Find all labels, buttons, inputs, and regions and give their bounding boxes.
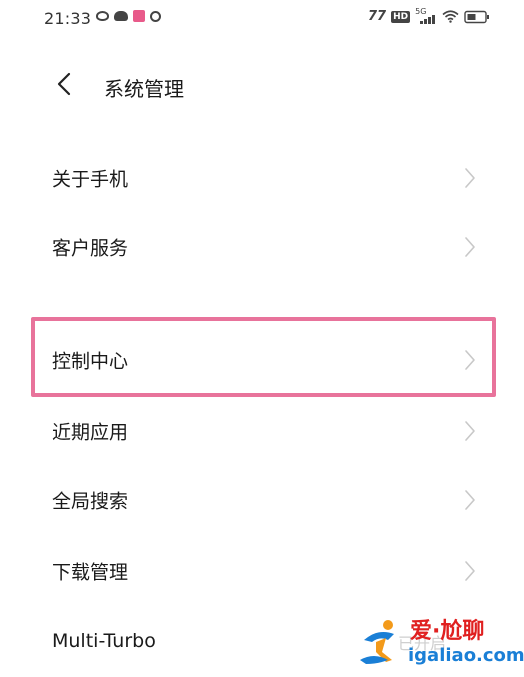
status-time: 21:33 — [44, 9, 92, 28]
menu-item-label: 客户服务 — [52, 237, 129, 260]
chevron-right-icon — [463, 236, 477, 258]
menu-item-control-center[interactable]: 控制中心 — [0, 325, 524, 395]
menu-item-download-manager[interactable]: 下载管理 — [0, 536, 524, 606]
signal-icon: 5G — [415, 7, 437, 24]
status-bar: 21:33 77 HD 5G — [0, 0, 524, 40]
menu-item-label: Multi-Turbo — [52, 630, 156, 652]
network-speed-label: 77 — [368, 9, 387, 24]
chevron-right-icon — [463, 489, 477, 511]
ring-icon — [150, 10, 161, 22]
page-title: 系统管理 — [104, 77, 184, 101]
menu-item-about-phone[interactable]: 关于手机 — [0, 143, 524, 213]
wifi-icon — [442, 10, 459, 23]
watermark: 已开启 爱·尬聊 igaliao.com — [358, 612, 524, 670]
chevron-right-icon — [463, 167, 477, 189]
chevron-left-icon — [57, 72, 71, 100]
header: 系统管理 — [0, 60, 524, 114]
menu-item-label: 下载管理 — [52, 561, 129, 584]
menu-item-label: 控制中心 — [52, 350, 129, 373]
cloud-icon — [114, 11, 128, 21]
chevron-right-icon — [463, 420, 477, 442]
battery-icon — [464, 10, 490, 24]
chevron-right-icon — [463, 349, 477, 371]
menu-item-label: 全局搜索 — [52, 490, 129, 513]
watermark-brand: 爱·尬聊 — [410, 619, 485, 644]
menu-item-recent-apps[interactable]: 近期应用 — [0, 396, 524, 466]
menu-item-global-search[interactable]: 全局搜索 — [0, 465, 524, 535]
watermark-logo-icon — [358, 616, 408, 666]
status-system-icons: 77 HD 5G — [368, 7, 490, 24]
menu-item-customer-service[interactable]: 客户服务 — [0, 212, 524, 282]
weibo-icon — [96, 11, 109, 21]
menu-item-label: 近期应用 — [52, 421, 129, 444]
app-notification-icon — [133, 10, 145, 22]
chevron-right-icon — [463, 560, 477, 582]
watermark-domain: igaliao.com — [408, 645, 524, 666]
back-button[interactable] — [50, 70, 78, 102]
status-notification-icons — [96, 10, 161, 22]
hd-badge: HD — [391, 10, 411, 23]
menu-item-label: 关于手机 — [52, 168, 129, 191]
